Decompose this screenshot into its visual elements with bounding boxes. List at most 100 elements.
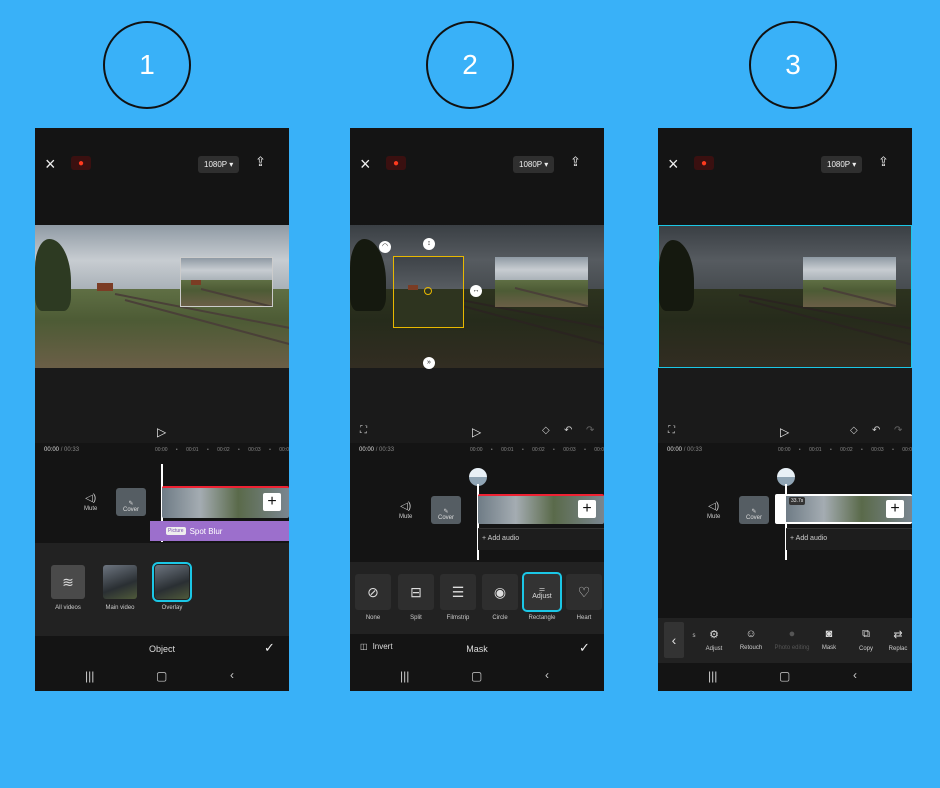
edit-icon: ✎ <box>443 509 449 515</box>
mask-center-handle[interactable] <box>424 287 432 295</box>
copy-icon: ⧉ <box>862 628 870 640</box>
mask-circle[interactable]: ◉ Circle <box>480 574 520 621</box>
add-clip-button[interactable]: + <box>578 500 596 518</box>
panel-title: Object <box>148 644 175 654</box>
back-nav-icon[interactable]: ‹ <box>853 668 857 682</box>
timecode: 00:00 / 00:33 <box>667 447 703 453</box>
back-nav-icon[interactable]: ‹ <box>230 668 234 682</box>
overlay-video-frame[interactable] <box>180 257 273 307</box>
close-icon[interactable]: × <box>45 155 56 173</box>
add-audio-track[interactable]: + Add audio <box>478 528 604 550</box>
face-icon: ☺ <box>745 628 757 640</box>
tool-mask[interactable]: ◙ Mask <box>811 628 847 651</box>
phone-screen-2: × ● 1080P ▾ ⇪ ◠ ↕ ↔ » ⛶ ▷ ◇ ↶ ↷ 00:00 / … <box>350 128 604 691</box>
object-overlay[interactable]: Overlay <box>149 562 195 611</box>
tool-adjust[interactable]: ⚙ Adjust <box>696 628 732 652</box>
redo-icon[interactable]: ↷ <box>894 425 902 436</box>
tool-replace[interactable]: ⇄ Replac <box>884 628 912 652</box>
edit-icon: ✎ <box>128 501 134 507</box>
video-preview[interactable] <box>35 225 289 443</box>
export-icon[interactable]: ⇪ <box>570 154 581 170</box>
step-1-badge: 1 <box>103 21 191 109</box>
fullscreen-icon[interactable]: ⛶ <box>360 425 367 436</box>
resolution-button[interactable]: 1080P ▾ <box>513 156 555 173</box>
keyframe-icon[interactable]: ◇ <box>850 425 858 436</box>
mask-rectangle-option[interactable]: ⚌ Adjust Rectangle <box>522 572 562 621</box>
play-icon[interactable]: ▷ <box>780 425 789 439</box>
resolution-button[interactable]: 1080P ▾ <box>198 156 240 173</box>
add-audio-track[interactable]: + Add audio <box>786 528 912 550</box>
timecode: 00:00 / 00:33 <box>359 447 395 453</box>
recent-apps-icon[interactable]: ||| <box>708 669 717 683</box>
resize-horizontal-icon[interactable]: ↔ <box>470 285 482 297</box>
object-all-videos[interactable]: ≋ All videos <box>45 565 91 611</box>
timecode: 00:00 / 00:33 <box>44 447 80 453</box>
spot-blur-effect-track[interactable]: Picture Spot Blur <box>150 521 289 541</box>
mask-split[interactable]: ⊟ Split <box>396 574 436 621</box>
split-icon: ⊟ <box>398 574 434 610</box>
main-video-thumbnail <box>103 565 137 599</box>
play-icon[interactable]: ▷ <box>157 425 166 439</box>
tool-copy[interactable]: ⧉ Copy <box>848 628 884 652</box>
mute-button[interactable]: ◁) Mute <box>399 501 412 520</box>
timeline-ruler: 00:00 • 00:01 • 00:02 • 00:03 • 00:0 <box>470 447 604 453</box>
fullscreen-icon[interactable]: ⛶ <box>668 425 675 436</box>
home-icon[interactable]: ▢ <box>471 669 482 683</box>
timeline-ruler: 00:00 • 00:01 • 00:02 • 00:03 • 00:0 <box>155 447 289 453</box>
home-icon[interactable]: ▢ <box>779 669 790 683</box>
mute-button[interactable]: ◁) Mute <box>84 493 97 512</box>
speaker-icon: ◁) <box>400 501 412 512</box>
resolution-button[interactable]: 1080P ▾ <box>821 156 863 173</box>
recent-apps-icon[interactable]: ||| <box>400 669 409 683</box>
undo-icon[interactable]: ↶ <box>872 425 880 436</box>
cover-button[interactable]: ✎ Cover <box>116 488 146 516</box>
video-preview[interactable] <box>658 225 912 443</box>
back-nav-icon[interactable]: ‹ <box>545 668 549 682</box>
circle-icon: ◉ <box>482 574 518 610</box>
mask-filmstrip[interactable]: ☰ Filmstrip <box>438 574 478 621</box>
confirm-icon[interactable]: ✓ <box>264 640 275 656</box>
mask-icon: ◙ <box>825 628 833 640</box>
android-nav-bar: ||| ▢ ‹ <box>658 663 912 691</box>
add-clip-button[interactable]: + <box>263 493 281 511</box>
add-clip-button[interactable]: + <box>886 500 904 518</box>
phone-screen-1: × ● 1080P ▾ ⇪ ▷ 00:00 / 00:33 00:00 • 00:0… <box>35 128 289 691</box>
rotate-handle-icon[interactable]: » <box>423 357 435 369</box>
overlay-video-frame[interactable] <box>495 257 588 307</box>
redo-icon[interactable]: ↷ <box>586 425 594 436</box>
mute-button[interactable]: ◁) Mute <box>707 501 720 520</box>
close-icon[interactable]: × <box>668 155 679 173</box>
confirm-icon[interactable]: ✓ <box>579 640 590 656</box>
play-icon[interactable]: ▷ <box>472 425 481 439</box>
mask-none[interactable]: ⊘ None <box>353 574 393 621</box>
export-icon[interactable]: ⇪ <box>878 154 889 170</box>
clip-trim-handle[interactable] <box>775 494 785 524</box>
feather-handle-icon[interactable]: ◠ <box>379 241 391 253</box>
android-nav-bar: ||| ▢ ‹ <box>350 663 604 691</box>
video-preview[interactable]: ◠ ↕ ↔ » <box>350 225 604 443</box>
heart-icon: ♡ <box>566 574 602 610</box>
recent-apps-icon[interactable]: ||| <box>85 669 94 683</box>
cover-button[interactable]: ✎ Cover <box>739 496 769 524</box>
flame-icon[interactable]: ● <box>386 156 406 170</box>
home-icon[interactable]: ▢ <box>156 669 167 683</box>
close-icon[interactable]: × <box>360 155 371 173</box>
flame-icon[interactable]: ● <box>71 156 91 170</box>
keyframe-icon[interactable]: ◇ <box>542 425 550 436</box>
panel-title: Mask <box>466 644 488 654</box>
mask-rectangle[interactable] <box>393 256 464 328</box>
tool-photo-editing[interactable]: ● Photo editing <box>772 628 812 651</box>
speaker-icon: ◁) <box>708 501 720 512</box>
tool-retouch[interactable]: ☺ Retouch <box>733 628 769 651</box>
filmstrip-icon: ☰ <box>440 574 476 610</box>
android-nav-bar: ||| ▢ ‹ <box>35 663 289 691</box>
resize-vertical-icon[interactable]: ↕ <box>423 238 435 250</box>
export-icon[interactable]: ⇪ <box>255 154 266 170</box>
flame-icon[interactable]: ● <box>694 156 714 170</box>
effect-tag: Picture <box>166 527 186 535</box>
undo-icon[interactable]: ↶ <box>564 425 572 436</box>
cover-button[interactable]: ✎ Cover <box>431 496 461 524</box>
clip-duration-label: 33.7s <box>789 497 806 505</box>
mask-heart[interactable]: ♡ Heart <box>564 574 604 621</box>
object-main-video[interactable]: Main video <box>97 565 143 611</box>
